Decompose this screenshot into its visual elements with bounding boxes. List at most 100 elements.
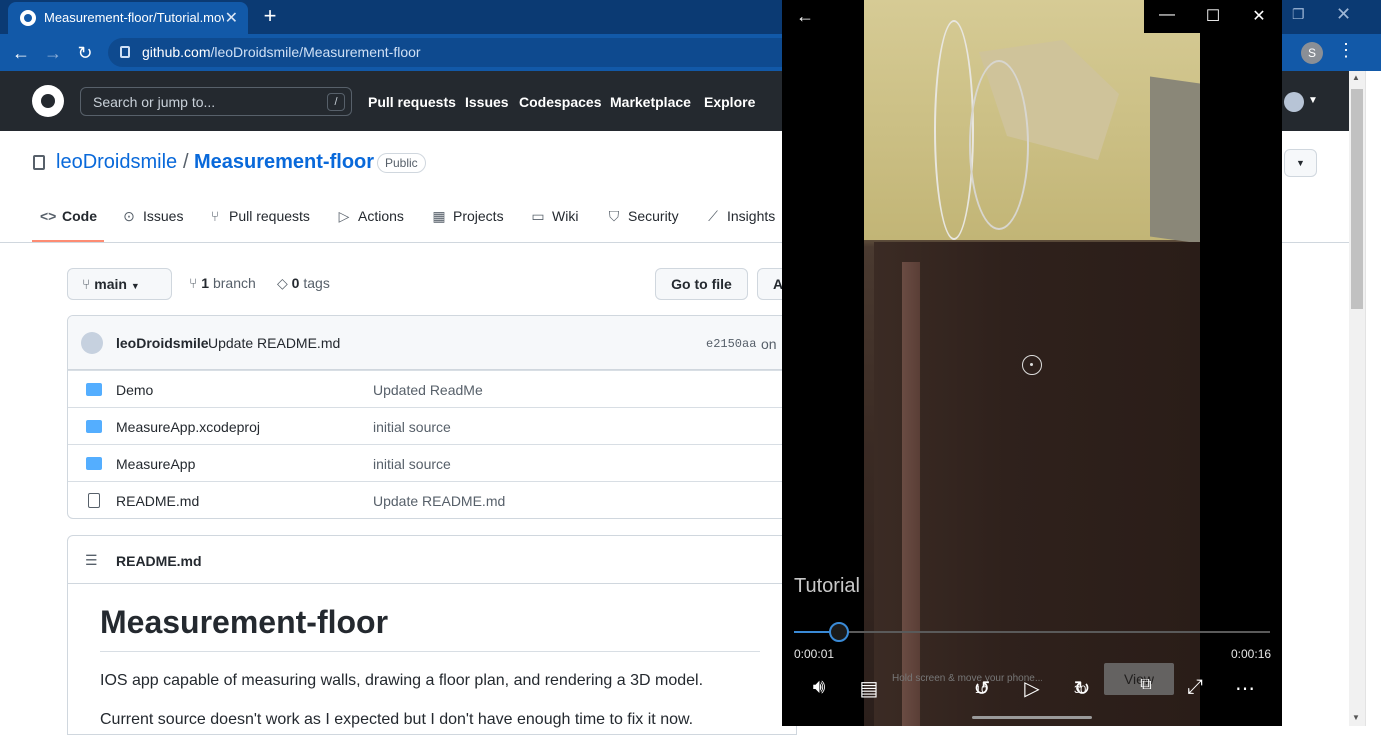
video-cabinet — [874, 242, 1200, 726]
side-panel-edge — [1365, 71, 1381, 726]
readme-paragraph: Current source doesn't work as I expecte… — [100, 711, 694, 728]
video-cabinet-edge — [902, 262, 920, 726]
file-name[interactable]: README.md — [116, 493, 199, 509]
video-monitor — [1150, 76, 1200, 244]
back-arrow-icon[interactable]: ← — [796, 6, 814, 27]
search-input[interactable]: Search or jump to... / — [80, 87, 352, 116]
chevron-down-icon: ▼ — [130, 281, 140, 291]
video-cable — [934, 20, 974, 240]
list-item[interactable]: Demo Updated ReadMe — [68, 370, 796, 407]
browser-menu-icon[interactable]: ⋮ — [1337, 40, 1355, 61]
tab-insights[interactable]: ⟋ Insights — [705, 208, 775, 225]
commit-sha[interactable]: e2150aa — [706, 337, 756, 351]
list-item[interactable]: README.md Update README.md — [68, 481, 796, 518]
avatar[interactable] — [81, 332, 103, 354]
nav-marketplace[interactable]: Marketplace — [610, 94, 691, 110]
branch-select-button[interactable]: ⑂ main ▼ — [67, 268, 172, 300]
restore-window-icon[interactable]: ❐ — [1292, 6, 1305, 23]
nav-codespaces[interactable]: Codespaces — [519, 94, 601, 110]
reload-icon[interactable]: ↻ — [72, 40, 98, 66]
forward-icon[interactable]: → — [40, 40, 66, 66]
more-options-icon[interactable]: ⋯ — [1231, 676, 1259, 701]
tab-wiki[interactable]: ▭ Wiki — [530, 208, 578, 225]
list-item[interactable]: MeasureApp.xcodeproj initial source — [68, 407, 796, 444]
file-name[interactable]: Demo — [116, 382, 153, 398]
tags-link[interactable]: ◇ 0 tags — [277, 275, 330, 292]
file-commit-message[interactable]: Updated ReadMe — [373, 382, 483, 398]
seek-bar[interactable] — [794, 622, 1270, 642]
file-list: leoDroidsmile Update README.md e2150aa o… — [67, 315, 797, 519]
book-icon: ▭ — [531, 208, 545, 224]
readme-panel: ☰ README.md Measurement-floor IOS app ca… — [67, 535, 797, 735]
home-indicator — [972, 716, 1092, 719]
search-placeholder: Search or jump to... — [93, 94, 216, 110]
address-bar[interactable]: github.com/leoDroidsmile/Measurement-flo… — [108, 38, 808, 67]
file-commit-message[interactable]: initial source — [373, 456, 451, 472]
commit-author[interactable]: leoDroidsmile — [116, 335, 209, 351]
current-time: 0:00:01 — [794, 647, 835, 661]
tab-actions[interactable]: ▷ Actions — [336, 208, 404, 225]
user-avatar[interactable] — [1284, 92, 1304, 112]
table-icon: ▦ — [432, 208, 446, 224]
tab-projects[interactable]: ▦ Projects — [431, 208, 503, 225]
duration: 0:00:16 — [1231, 647, 1272, 661]
repo-owner-link[interactable]: leoDroidsmile — [56, 151, 177, 174]
readme-paragraph: IOS app capable of measuring walls, draw… — [100, 672, 704, 689]
maximize-icon[interactable]: ☐ — [1190, 6, 1236, 26]
active-tab-indicator — [32, 240, 104, 242]
nav-issues[interactable]: Issues — [465, 94, 509, 110]
scroll-up-icon[interactable]: ▲ — [1352, 73, 1360, 82]
scroll-down-icon[interactable]: ▼ — [1352, 713, 1360, 722]
file-commit-message[interactable]: initial source — [373, 419, 451, 435]
tab-security[interactable]: ⛉ Security — [606, 208, 679, 225]
tab-code[interactable]: <> Code — [40, 208, 97, 224]
skip-back-seconds: 10 — [975, 684, 988, 696]
shield-icon: ⛉ — [608, 208, 620, 224]
branches-link[interactable]: ⑂ 1 branch — [189, 275, 256, 291]
close-window-icon[interactable]: ✕ — [1336, 4, 1351, 25]
go-to-file-button[interactable]: Go to file — [655, 268, 748, 300]
close-icon[interactable]: ✕ — [1236, 6, 1282, 26]
repo-name-link[interactable]: Measurement-floor — [194, 151, 374, 174]
fullscreen-icon[interactable]: ⤢ — [1181, 676, 1209, 699]
list-icon[interactable]: ☰ — [85, 552, 98, 569]
file-icon — [88, 493, 100, 508]
mini-view-icon[interactable]: ⧉ — [1132, 676, 1160, 694]
page-scrollbar[interactable]: ▲ ▼ — [1349, 71, 1365, 726]
new-tab-button[interactable]: + — [258, 4, 282, 28]
latest-commit-row: leoDroidsmile Update README.md e2150aa o… — [68, 316, 796, 370]
file-name[interactable]: MeasureApp — [116, 456, 195, 472]
play-icon: ▷ — [338, 208, 350, 224]
crosshair-icon — [1022, 355, 1042, 375]
github-logo-icon[interactable] — [32, 85, 64, 117]
visibility-badge: Public — [377, 153, 426, 173]
tab-issues[interactable]: ⊙ Issues — [121, 208, 183, 225]
nav-pull-requests[interactable]: Pull requests — [368, 94, 456, 110]
lock-icon — [120, 46, 130, 58]
close-tab-icon[interactable]: ✕ — [225, 8, 238, 28]
pull-request-icon: ⑂ — [210, 208, 220, 224]
play-icon[interactable]: ▷ — [1018, 676, 1046, 701]
list-item[interactable]: MeasureApp initial source — [68, 444, 796, 481]
seek-thumb[interactable] — [828, 622, 849, 642]
scrollbar-thumb[interactable] — [1351, 89, 1363, 309]
folder-icon — [86, 420, 102, 433]
folder-icon — [86, 383, 102, 396]
file-name[interactable]: MeasureApp.xcodeproj — [116, 419, 260, 435]
file-commit-message[interactable]: Update README.md — [373, 493, 505, 509]
back-icon[interactable]: ← — [8, 40, 34, 66]
video-title: Tutorial — [794, 575, 860, 597]
profile-avatar[interactable]: S — [1301, 42, 1323, 64]
commit-date: on — [761, 336, 777, 352]
minimize-icon[interactable]: — — [1144, 6, 1190, 24]
nav-explore[interactable]: Explore — [704, 94, 755, 110]
readme-file-label[interactable]: README.md — [116, 553, 202, 569]
captions-icon[interactable]: ▤ — [855, 676, 883, 701]
issue-icon: ⊙ — [123, 208, 135, 224]
browser-tab[interactable]: Measurement-floor/Tutorial.mov ✕ — [8, 2, 248, 34]
chevron-down-icon[interactable]: ▼ — [1308, 95, 1318, 106]
volume-icon[interactable]: 🔊︎ — [805, 676, 833, 699]
commit-message[interactable]: Update README.md — [208, 335, 340, 351]
chevron-down-icon[interactable]: ▼ — [1284, 149, 1317, 177]
tab-pull-requests[interactable]: ⑂ Pull requests — [207, 208, 310, 224]
